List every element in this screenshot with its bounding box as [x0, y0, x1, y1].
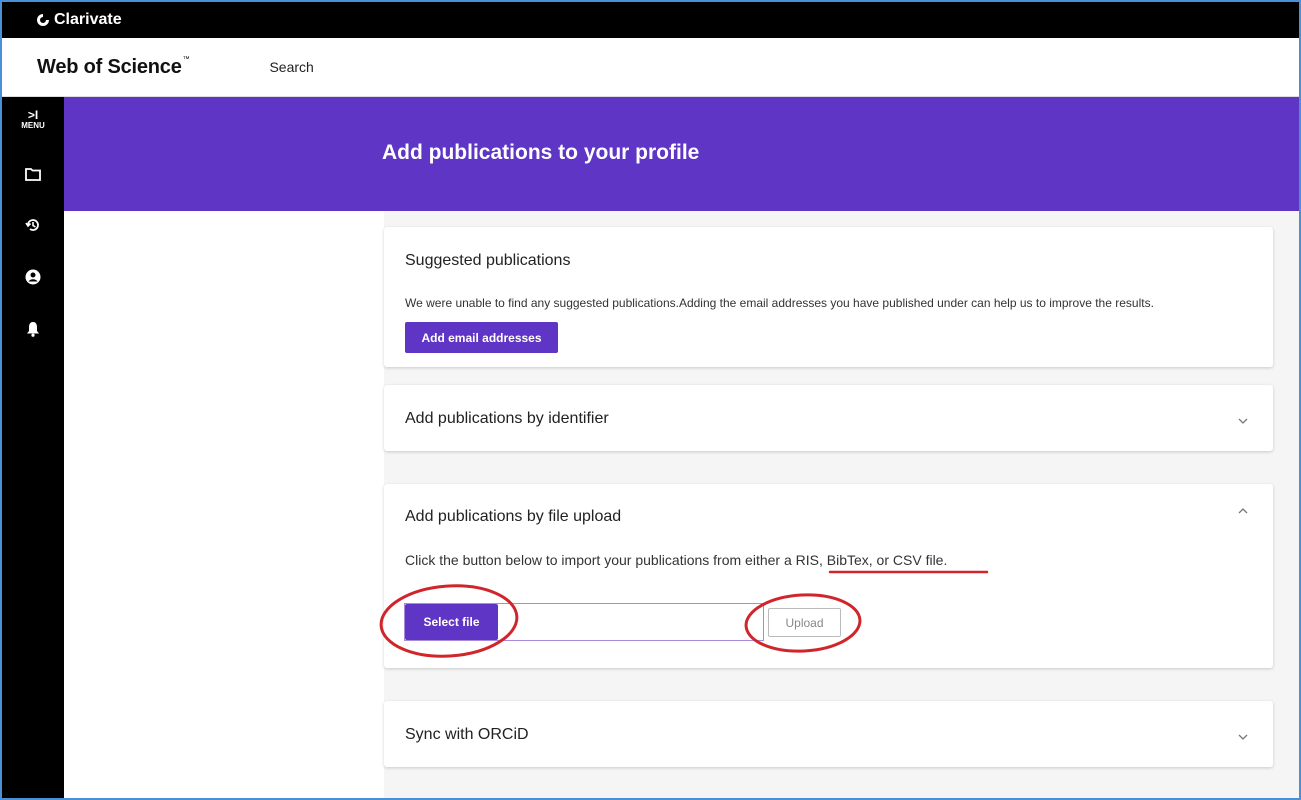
clarivate-logo-text: Clarivate — [54, 11, 122, 28]
sidebar-item-folders[interactable] — [2, 167, 64, 181]
clarivate-logo-icon — [37, 14, 49, 26]
menu-label: MENU — [21, 121, 45, 130]
chevron-down-icon[interactable] — [1237, 731, 1249, 743]
identifier-card[interactable]: Add publications by identifier — [384, 385, 1273, 451]
orcid-card[interactable]: Sync with ORCiD — [384, 701, 1273, 767]
menu-toggle-button[interactable]: >I MENU — [2, 109, 64, 131]
expand-icon: >I — [27, 108, 39, 122]
folder-icon — [25, 168, 41, 181]
add-email-addresses-button[interactable]: Add email addresses — [405, 322, 558, 353]
upload-button[interactable]: Upload — [768, 608, 841, 637]
suggested-publications-title: Suggested publications — [405, 252, 571, 269]
identifier-title: Add publications by identifier — [405, 410, 609, 427]
file-name-field[interactable]: Select file — [404, 603, 764, 641]
file-upload-instructions: Click the button below to import your pu… — [405, 552, 948, 568]
user-icon — [25, 269, 41, 285]
file-format-list: RIS, BibTex, or CSV file. — [795, 552, 948, 568]
orcid-title: Sync with ORCiD — [405, 726, 529, 743]
select-file-button[interactable]: Select file — [405, 604, 498, 640]
nav-search-link[interactable]: Search — [269, 59, 313, 75]
page-banner: Add publications to your profile — [64, 97, 1299, 211]
clarivate-bar: Clarivate — [2, 2, 1299, 38]
history-icon — [25, 219, 39, 231]
suggested-publications-message: We were unable to find any suggested pub… — [405, 296, 1154, 310]
page-title: Add publications to your profile — [382, 141, 700, 164]
sidebar-item-history[interactable] — [2, 217, 64, 233]
file-upload-card: Add publications by file upload Click th… — [384, 484, 1273, 668]
sidebar-item-profile[interactable] — [2, 269, 64, 285]
bell-icon — [27, 322, 39, 337]
app-window: Clarivate Web of Science™ Search >I MENU — [0, 0, 1301, 800]
chevron-down-icon[interactable] — [1237, 415, 1249, 427]
chevron-up-icon[interactable] — [1237, 505, 1249, 517]
product-logo[interactable]: Web of Science™ — [37, 56, 190, 79]
app-header: Web of Science™ Search — [2, 38, 1299, 97]
suggested-publications-card: Suggested publications We were unable to… — [384, 227, 1273, 367]
sidebar-item-alerts[interactable] — [2, 321, 64, 337]
file-upload-title: Add publications by file upload — [405, 508, 622, 525]
sidebar: >I MENU — [2, 97, 64, 798]
